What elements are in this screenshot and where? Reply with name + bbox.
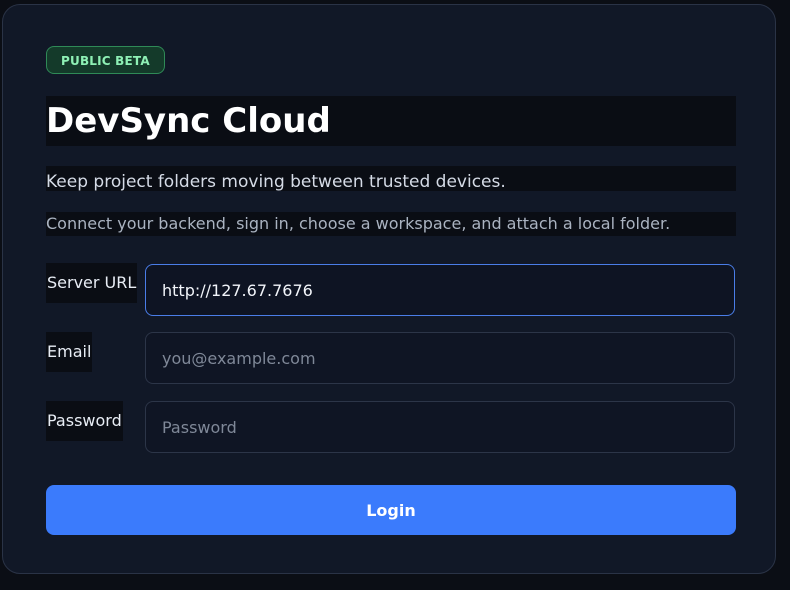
password-input[interactable] [145, 401, 735, 453]
beta-badge: PUBLIC BETA [46, 46, 165, 74]
email-label: Email [46, 332, 93, 372]
server-url-input[interactable] [145, 264, 735, 316]
email-input[interactable] [145, 332, 735, 384]
app-title: DevSync Cloud [46, 101, 331, 141]
app-subtitle: Keep project folders moving between trus… [46, 172, 506, 192]
password-label: Password [46, 401, 123, 441]
app-description: Connect your backend, sign in, choose a … [46, 214, 671, 233]
login-button[interactable]: Login [46, 485, 736, 535]
login-card: PUBLIC BETA DevSync Cloud Keep project f… [2, 4, 776, 574]
server-url-label: Server URL [46, 263, 138, 303]
